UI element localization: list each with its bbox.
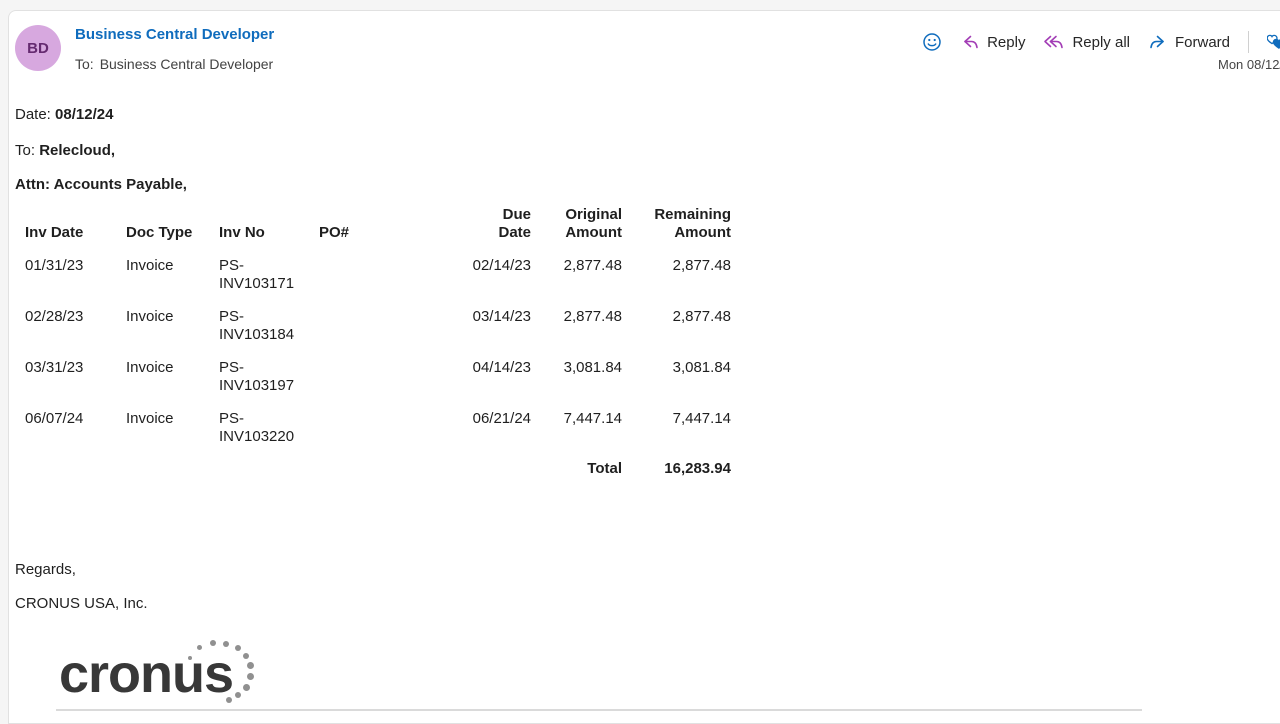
cell-remaining-amount: 2,877.48 [622,242,731,293]
sender-name[interactable]: Business Central Developer [75,26,274,43]
cell-original-amount: 3,081.84 [531,344,622,395]
cell-inv-no: PS- INV103171 [219,242,319,293]
toolbar-divider [1248,31,1249,53]
cell-inv-no: PS- INV103184 [219,293,319,344]
col-header-remaining-amount: Remaining Amount [622,206,731,242]
cell-po [319,395,439,446]
cell-po [319,344,439,395]
company-line: CRONUS USA, Inc. [15,595,1280,612]
cell-inv-date: 03/31/23 [25,344,126,395]
cell-inv-date: 01/31/23 [25,242,126,293]
date-line: Date: 08/12/24 [15,106,1280,123]
cell-inv-no: PS- INV103197 [219,344,319,395]
cell-due-date: 04/14/23 [439,344,531,395]
reactions-button[interactable] [1267,32,1280,52]
cell-inv-date: 06/07/24 [25,395,126,446]
cell-original-amount: 2,877.48 [531,242,622,293]
cell-doc-type: Invoice [126,344,219,395]
cell-doc-type: Invoice [126,242,219,293]
table-header-row: Inv Date Doc Type Inv No PO# Due Date Or… [25,206,731,242]
smiley-icon [922,32,942,52]
avatar[interactable]: BD [15,25,61,71]
table-row: 02/28/23 Invoice PS- INV103184 03/14/23 … [25,293,731,344]
col-header-inv-date: Inv Date [25,206,126,242]
heart-reaction-icon [1267,32,1280,52]
to-line: To: Business Central Developer [75,56,273,72]
reply-arrow-icon [960,32,980,52]
total-value: 16,283.94 [622,446,731,478]
table-row: 06/07/24 Invoice PS- INV103220 06/21/24 … [25,395,731,446]
message-actions-toolbar: Reply Reply all Forward [922,31,1280,53]
regards-line: Regards, [15,561,1280,578]
cell-remaining-amount: 3,081.84 [622,344,731,395]
date-label: Date: [15,106,51,123]
col-header-po: PO# [319,206,439,242]
date-value: 08/12/24 [55,106,113,123]
email-reading-pane: BD Business Central Developer To: Busines… [8,10,1280,724]
avatar-initials: BD [27,40,49,57]
col-header-due-date: Due Date [439,206,531,242]
attn-line: Attn: Accounts Payable, [15,176,1280,193]
cell-doc-type: Invoice [126,395,219,446]
cell-remaining-amount: 7,447.14 [622,395,731,446]
cell-due-date: 02/14/23 [439,242,531,293]
to-label: To: [75,56,94,72]
reply-all-button[interactable]: Reply all [1043,32,1130,52]
addressee-name: Relecloud, [39,142,115,159]
received-timestamp: Mon 08/12/2024 [1218,57,1280,72]
cronus-logo-text: cronus [59,643,233,705]
reply-all-arrow-icon [1043,32,1065,52]
forward-label: Forward [1175,34,1230,51]
email-body: Date: 08/12/24 To: Relecloud, Attn: Acco… [9,11,1280,721]
cell-due-date: 03/14/23 [439,293,531,344]
cell-original-amount: 2,877.48 [531,293,622,344]
add-reaction-button[interactable] [922,32,942,52]
invoice-statement-table: Inv Date Doc Type Inv No PO# Due Date Or… [25,206,731,478]
recipient-name[interactable]: Business Central Developer [100,56,274,72]
cell-inv-date: 02/28/23 [25,293,126,344]
cell-inv-no: PS- INV103220 [219,395,319,446]
reply-all-label: Reply all [1072,34,1130,51]
body-to-label: To: [15,142,35,159]
total-label: Total [531,446,622,478]
forward-button[interactable]: Forward [1148,32,1230,52]
cell-original-amount: 7,447.14 [531,395,622,446]
cell-doc-type: Invoice [126,293,219,344]
col-header-doc-type: Doc Type [126,206,219,242]
reply-button[interactable]: Reply [960,32,1025,52]
forward-arrow-icon [1148,32,1168,52]
table-row: 03/31/23 Invoice PS- INV103197 04/14/23 … [25,344,731,395]
cell-remaining-amount: 2,877.48 [622,293,731,344]
reply-label: Reply [987,34,1025,51]
addressee-line: To: Relecloud, [15,142,1280,159]
cell-due-date: 06/21/24 [439,395,531,446]
cell-po [319,293,439,344]
table-total-row: Total 16,283.94 [25,446,731,478]
col-header-original-amount: Original Amount [531,206,622,242]
table-row: 01/31/23 Invoice PS- INV103171 02/14/23 … [25,242,731,293]
cell-po [319,242,439,293]
signature-divider [56,709,1142,711]
col-header-inv-no: Inv No [219,206,319,242]
